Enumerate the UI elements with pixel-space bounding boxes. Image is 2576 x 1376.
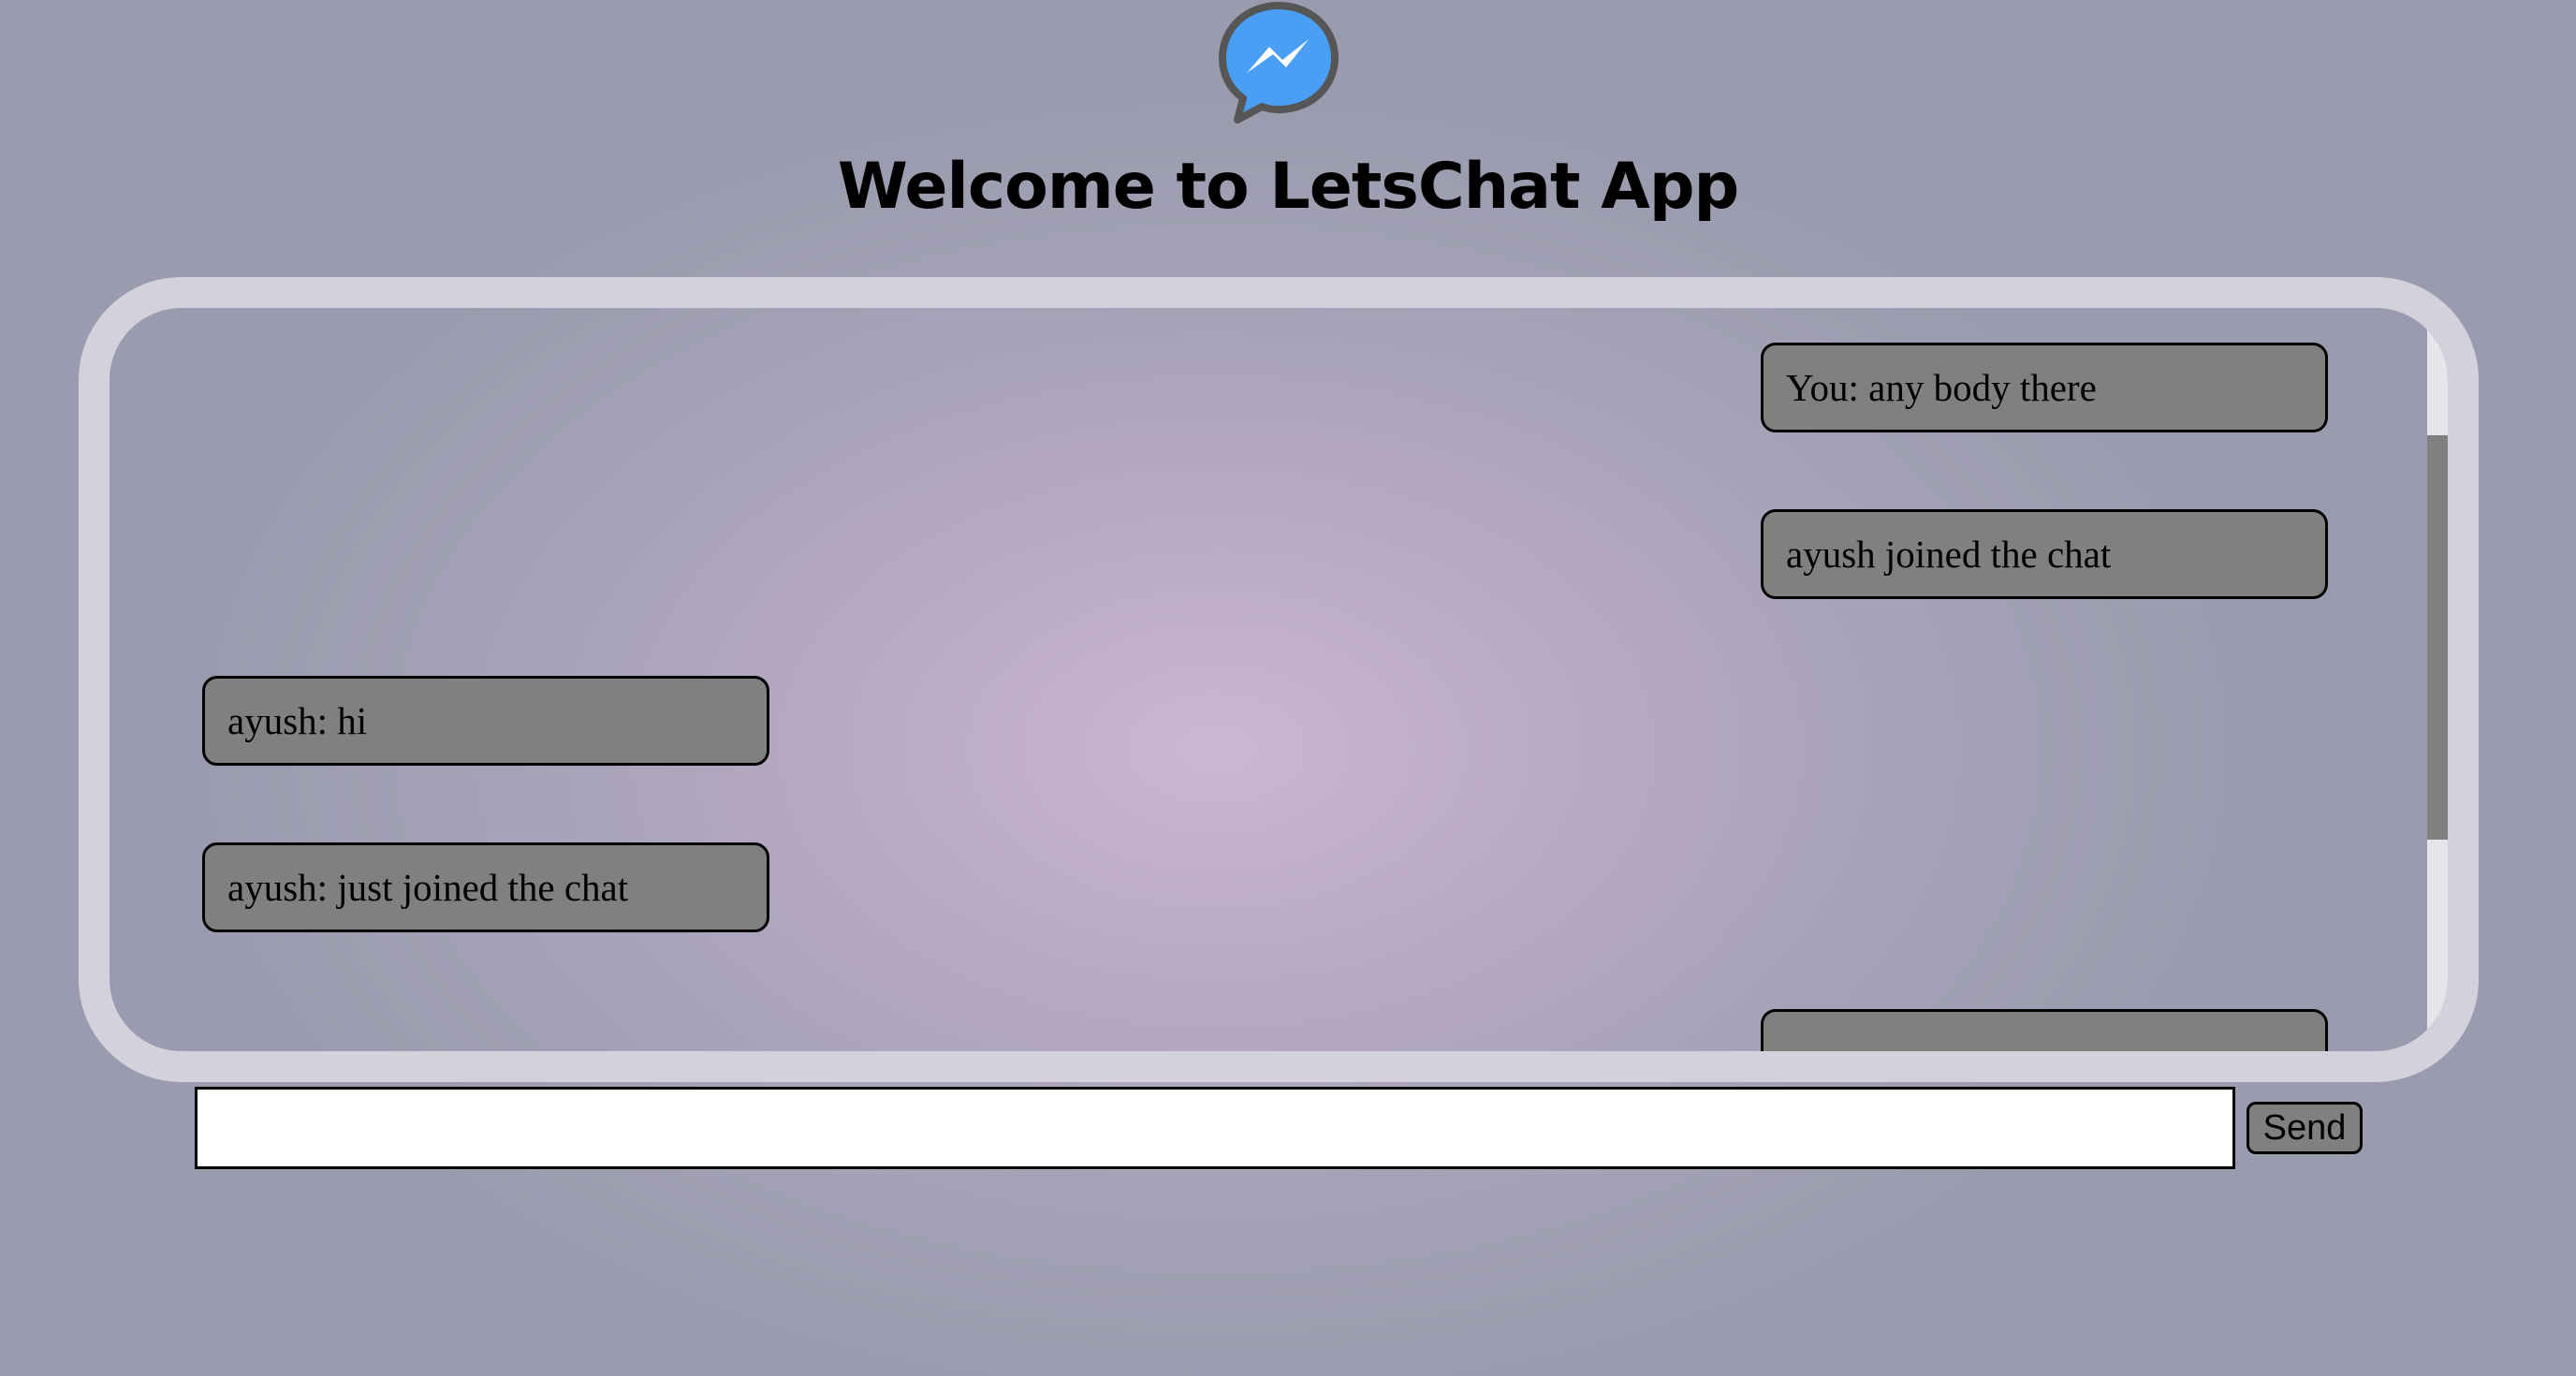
chat-scrollbar[interactable] xyxy=(2427,308,2448,1051)
page-title: Welcome to LetsChat App xyxy=(837,150,1739,224)
messenger-logo-icon xyxy=(1219,2,1339,124)
message-bubble: ayush: hi xyxy=(202,676,769,766)
message-bubble: ayush joined the chat xyxy=(1761,509,2328,599)
chat-container[interactable]: You: any body there ayush joined the cha… xyxy=(79,277,2479,1082)
message-bubble xyxy=(1761,1009,2328,1051)
message-bubble: ayush: just joined the chat xyxy=(202,842,769,932)
send-button[interactable]: Send xyxy=(2247,1102,2363,1154)
message-bubble: You: any body there xyxy=(1761,343,2328,432)
chat-messages[interactable]: You: any body there ayush joined the cha… xyxy=(110,308,2448,1051)
scrollbar-thumb[interactable] xyxy=(2427,435,2448,840)
message-input[interactable] xyxy=(195,1087,2235,1169)
